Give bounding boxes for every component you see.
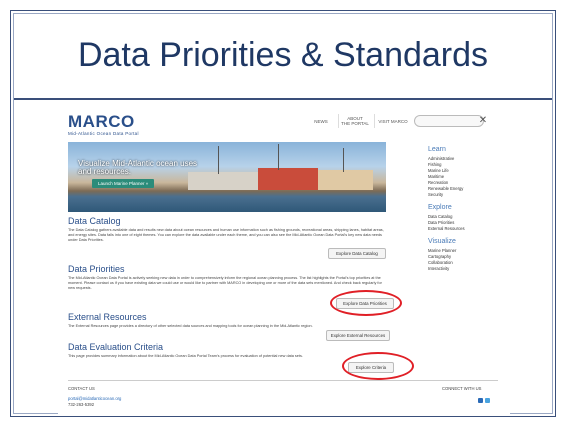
sidebar-learn-item[interactable]: Recreation xyxy=(428,180,448,185)
data-catalog-text: The Data Catalog gathers available data … xyxy=(68,228,384,243)
mast-graphic xyxy=(218,146,219,174)
hero-banner: Visualize Mid-Atlantic ocean uses and re… xyxy=(68,142,386,212)
portal-screenshot: MARCO Mid-Atlantic Ocean Data Portal NEW… xyxy=(58,106,510,416)
data-priorities-heading: Data Priorities xyxy=(68,264,125,274)
nav-visit-marco[interactable]: VISIT MARCO xyxy=(376,119,410,124)
boat-hull-graphic xyxy=(258,168,318,190)
data-evaluation-criteria-heading: Data Evaluation Criteria xyxy=(68,342,164,352)
external-resources-heading: External Resources xyxy=(68,312,147,322)
sidebar-visualize-item[interactable]: Interactivity xyxy=(428,266,449,271)
explore-external-resources-button[interactable]: Explore External Resources xyxy=(326,330,390,341)
data-catalog-heading: Data Catalog xyxy=(68,216,121,226)
slide-title: Data Priorities & Standards xyxy=(77,36,489,74)
boat-hull-graphic xyxy=(318,170,373,190)
sidebar-learn-item[interactable]: Renewable Energy xyxy=(428,186,463,191)
sidebar-learn-item[interactable]: Fishing xyxy=(428,162,442,167)
footer-phone: 732-263-5392 xyxy=(68,402,95,407)
sidebar-explore-item[interactable]: External Resources xyxy=(428,226,465,231)
sidebar-explore-item[interactable]: Data Catalog xyxy=(428,214,452,219)
launch-marine-planner-button[interactable]: Launch Marine Planner » xyxy=(92,179,155,188)
footer-connect-label: CONNECT WITH US xyxy=(442,386,482,391)
highlight-circle xyxy=(330,290,402,316)
sidebar-visualize-heading: Visualize xyxy=(428,238,456,245)
sidebar-explore-heading: Explore xyxy=(428,204,452,211)
footer-email-link[interactable]: portal@midatlanticocean.org xyxy=(68,396,121,401)
footer-divider xyxy=(68,380,498,381)
mast-graphic xyxy=(343,148,344,172)
marco-logo[interactable]: MARCO xyxy=(68,112,135,132)
data-evaluation-criteria-text: This page provides summary information a… xyxy=(68,354,303,358)
explore-data-catalog-button[interactable]: Explore Data Catalog xyxy=(328,248,386,259)
sidebar-learn-item[interactable]: Maritime xyxy=(428,174,444,179)
boat-hull-graphic xyxy=(188,172,258,190)
nav-about[interactable]: ABOUT THE PORTAL xyxy=(340,116,370,126)
sidebar-learn-item[interactable]: Administrative xyxy=(428,156,454,161)
sidebar-learn-item[interactable]: Marine Life xyxy=(428,168,449,173)
search-input[interactable] xyxy=(414,115,484,127)
logo-subtitle: Mid-Atlantic Ocean Data Portal xyxy=(68,131,139,136)
sidebar-explore-item[interactable]: Data Priorities xyxy=(428,220,454,225)
hero-headline: Visualize Mid-Atlantic ocean uses and re… xyxy=(78,159,198,176)
mast-graphic xyxy=(278,144,279,170)
slide-title-bar: Data Priorities & Standards xyxy=(14,14,552,100)
sidebar-visualize-item[interactable]: Collaboration xyxy=(428,260,453,265)
nav-news[interactable]: NEWS xyxy=(308,119,334,124)
rss-icon[interactable] xyxy=(478,398,483,403)
sidebar-learn-heading: Learn xyxy=(428,146,446,153)
external-resources-text: The External Resources page provides a d… xyxy=(68,324,313,328)
footer-contact-label: CONTACT US xyxy=(68,386,95,391)
nav-divider xyxy=(374,114,375,128)
sidebar-visualize-item[interactable]: Cartography xyxy=(428,254,451,259)
highlight-circle xyxy=(342,352,414,380)
sidebar-visualize-item[interactable]: Marine Planner xyxy=(428,248,456,253)
twitter-icon[interactable] xyxy=(485,398,490,403)
nav-divider xyxy=(338,114,339,128)
sidebar-learn-item[interactable]: Security xyxy=(428,192,443,197)
data-priorities-text: The Mid-Atlantic Ocean Data Portal is ac… xyxy=(68,276,382,291)
clear-search-icon[interactable]: ✕ xyxy=(477,115,489,127)
